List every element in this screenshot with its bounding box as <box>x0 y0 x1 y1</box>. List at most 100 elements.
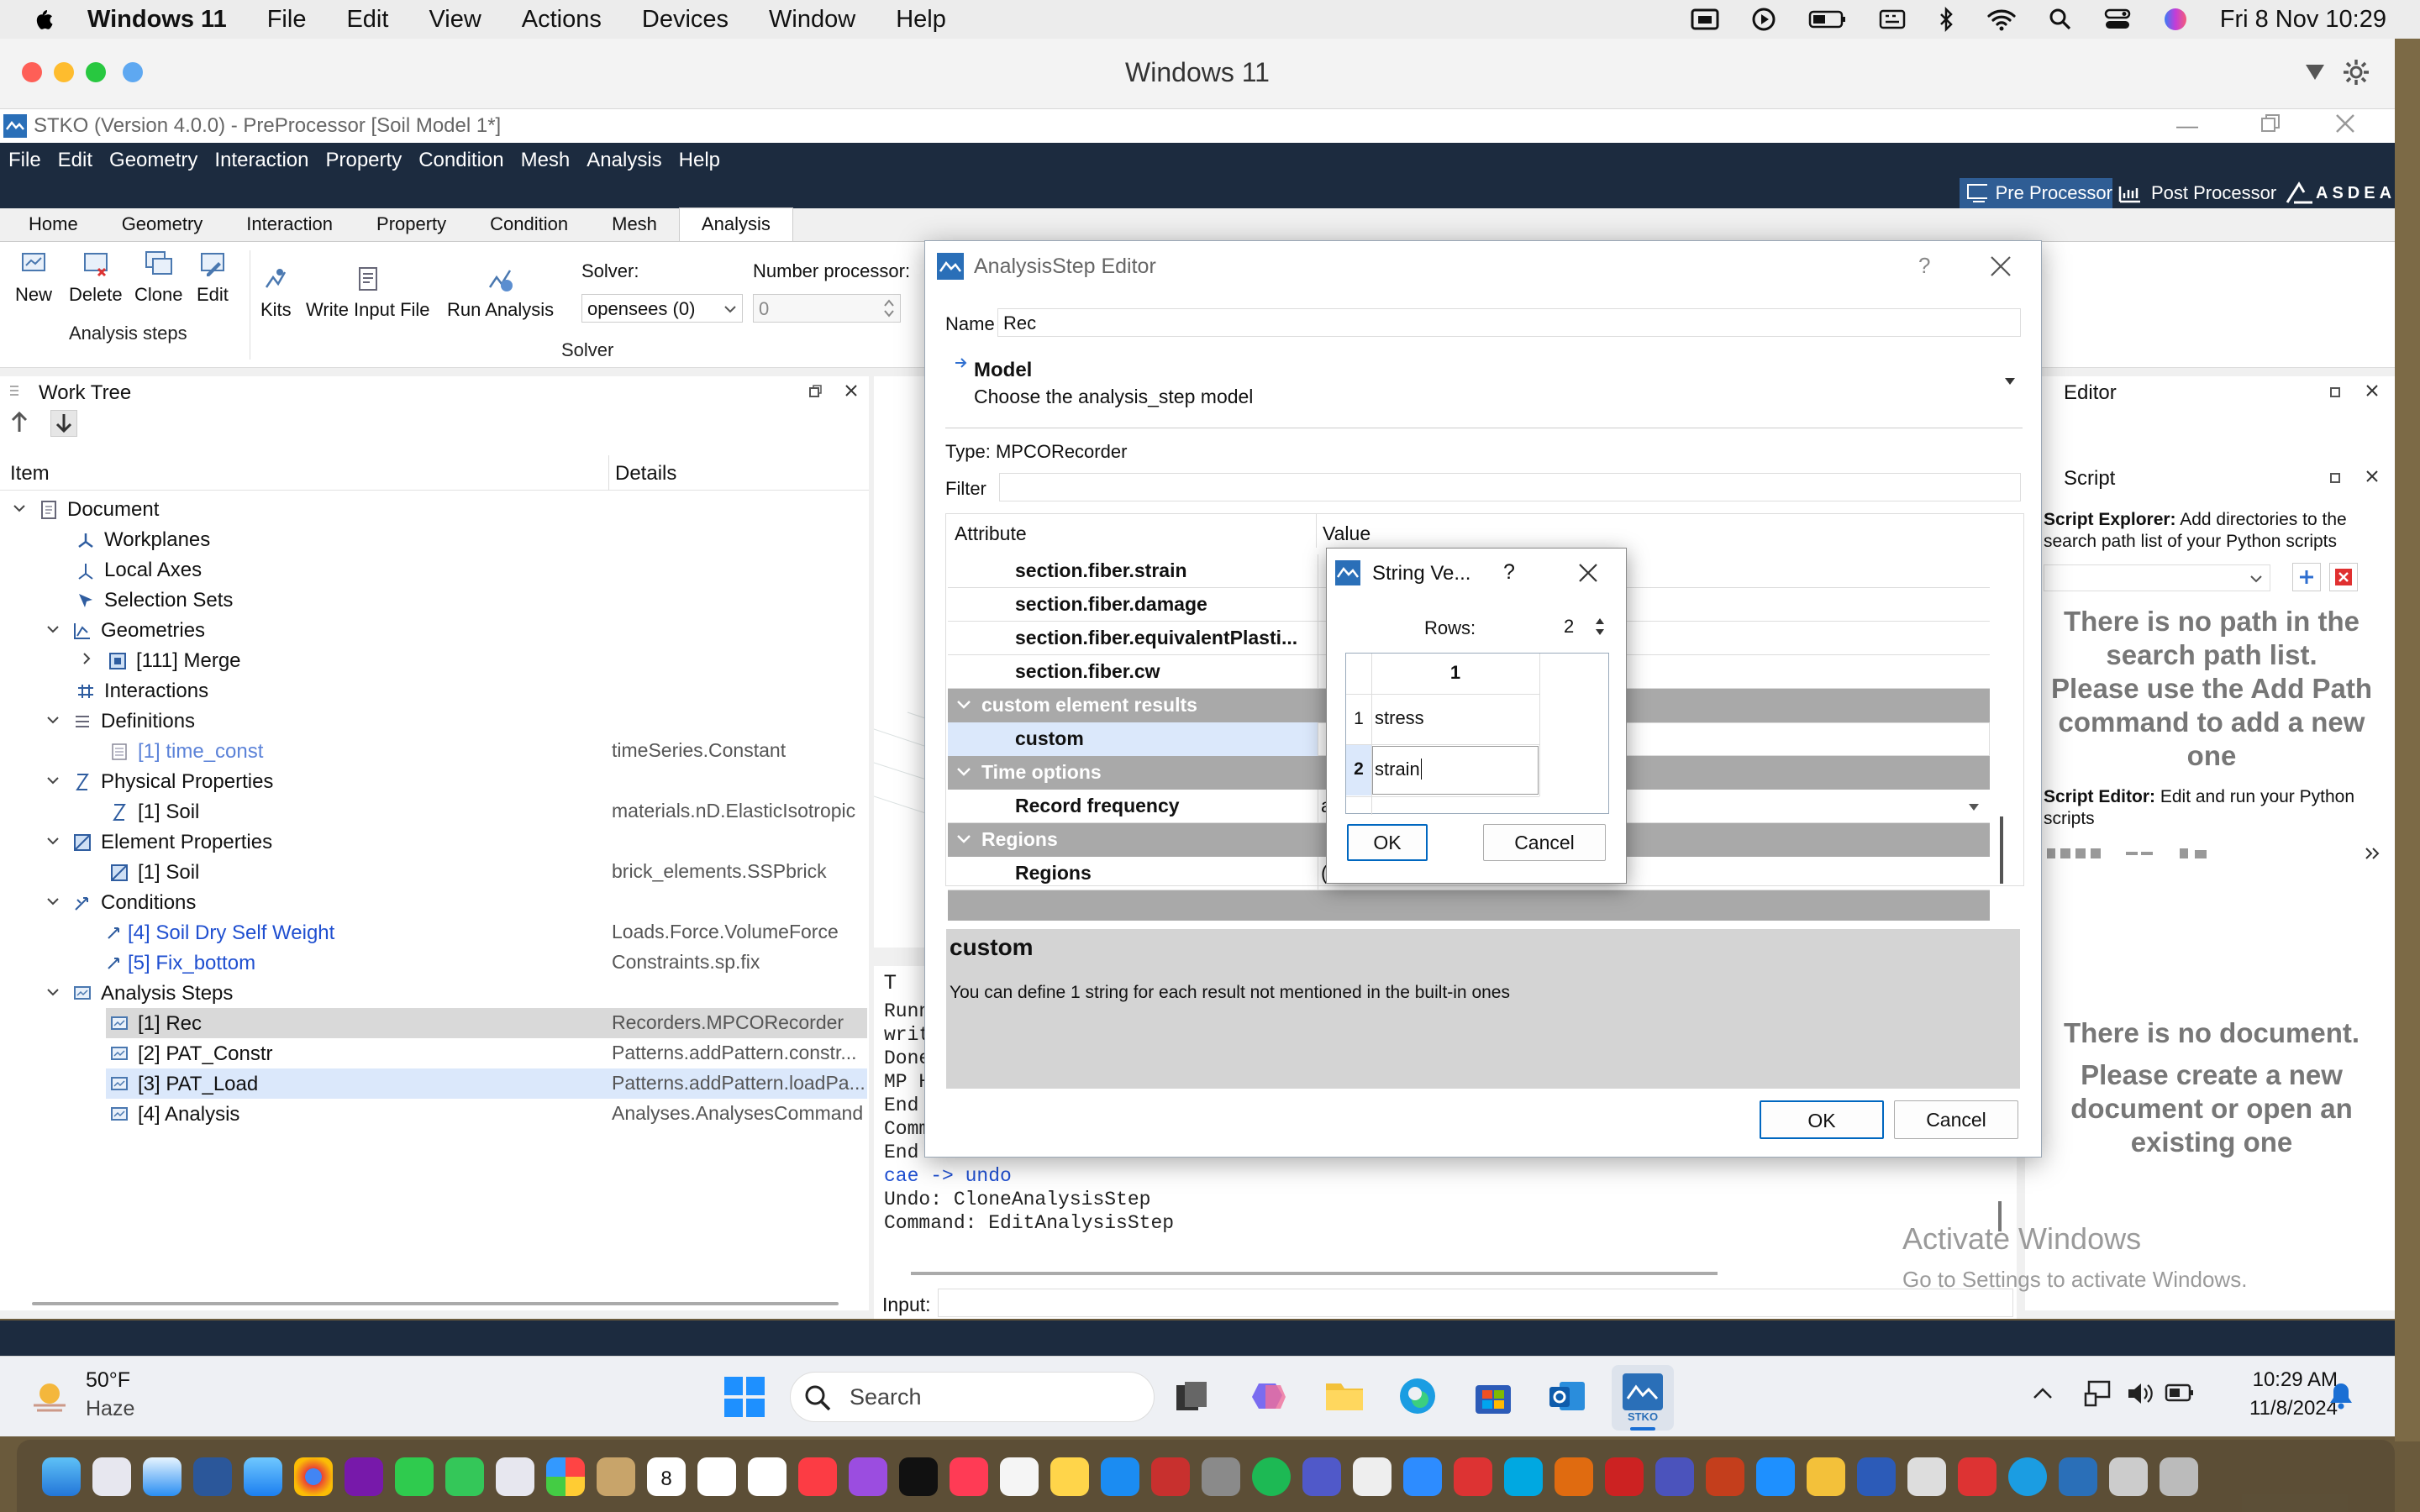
edit-step-button[interactable]: Edit <box>197 250 229 306</box>
tree-row[interactable]: Physical Properties <box>45 768 273 796</box>
windows-app-icon[interactable] <box>1756 1457 1795 1496</box>
store-app-icon[interactable] <box>1857 1457 1896 1496</box>
add-path-button[interactable] <box>2292 563 2321 591</box>
remove-path-button[interactable] <box>2329 563 2358 591</box>
reminders-icon[interactable] <box>697 1457 736 1496</box>
edge-dock-icon[interactable] <box>2008 1457 2047 1496</box>
float-icon[interactable] <box>2329 385 2343 398</box>
tab-home[interactable]: Home <box>7 208 100 241</box>
spotlight-icon[interactable] <box>2049 8 2072 31</box>
tab-mesh[interactable]: Mesh <box>590 208 679 241</box>
chrome-icon[interactable] <box>294 1457 333 1496</box>
horizontal-scrollbar[interactable] <box>32 1302 839 1305</box>
music-icon[interactable] <box>798 1457 837 1496</box>
bluetooth-icon[interactable] <box>1938 7 1954 32</box>
path-select[interactable] <box>2044 564 2270 591</box>
zoom-icon[interactable] <box>1403 1457 1442 1496</box>
siri-icon[interactable] <box>2163 7 2188 32</box>
float-icon[interactable] <box>808 385 822 398</box>
string-ok-button[interactable]: OK <box>1347 824 1428 861</box>
chevron-up-icon[interactable] <box>2032 1385 2054 1400</box>
control-center-icon[interactable] <box>2104 8 2131 31</box>
new-step-button[interactable]: New <box>15 250 52 306</box>
terminal-tab-initial[interactable]: T <box>884 971 897 995</box>
gear-icon[interactable] <box>2341 57 2371 87</box>
string-cell[interactable]: stress <box>1375 707 1424 729</box>
mac-app-name[interactable]: Windows 11 <box>87 6 227 34</box>
tree-row[interactable]: [111] Merge <box>79 647 241 675</box>
tree-row[interactable]: [4] Soil Dry Self Weight <box>106 919 334 948</box>
close-icon[interactable] <box>2334 113 2356 134</box>
model-dropdown-icon[interactable] <box>2004 377 2016 386</box>
rows-spinbox[interactable]: 2 <box>1557 612 1607 641</box>
tree-row[interactable]: [1] Soil <box>109 798 199 827</box>
terminal-hscrollbar[interactable] <box>911 1272 1718 1275</box>
tree-row[interactable]: [5] Fix_bottom <box>106 949 255 978</box>
news-icon[interactable] <box>950 1457 988 1496</box>
folder-icon[interactable] <box>1907 1457 1946 1496</box>
tree-row[interactable]: Geometries <box>45 617 205 645</box>
string-col-header[interactable]: 1 <box>1371 662 1539 684</box>
dialog-ok-button[interactable]: OK <box>1760 1100 1884 1139</box>
tab-interaction[interactable]: Interaction <box>224 208 355 241</box>
app-store-icon[interactable] <box>1101 1457 1139 1496</box>
tree-row[interactable]: [1] Soil <box>109 858 199 887</box>
tv-icon[interactable] <box>899 1457 938 1496</box>
notes-icon[interactable] <box>1050 1457 1089 1496</box>
solver-select[interactable]: opensees (0) <box>581 294 743 323</box>
tree-row[interactable]: Analysis Steps <box>45 979 233 1008</box>
parallels-desktop-icon[interactable] <box>1454 1457 1492 1496</box>
volume-icon[interactable] <box>2126 1380 2154 1407</box>
screen-icon[interactable] <box>1691 8 1719 31</box>
tree-row[interactable]: Definitions <box>45 707 195 736</box>
col-divider[interactable] <box>1316 514 1317 548</box>
explorer-app-icon[interactable] <box>1807 1457 1845 1496</box>
tree-row[interactable]: Conditions <box>45 889 196 917</box>
move-down-icon[interactable] <box>50 410 77 437</box>
menu-interaction[interactable]: Interaction <box>214 149 308 172</box>
downloads-icon[interactable] <box>2109 1457 2148 1496</box>
copilot-icon[interactable] <box>1250 1377 1289 1415</box>
menu-geometry[interactable]: Geometry <box>109 149 197 172</box>
safari-icon[interactable] <box>143 1457 182 1496</box>
stko-dock-icon[interactable] <box>2059 1457 2097 1496</box>
tree-row[interactable]: [3] PAT_Load <box>109 1070 258 1099</box>
move-up-icon[interactable] <box>8 410 30 435</box>
menu-mesh[interactable]: Mesh <box>521 149 571 172</box>
close-panel-icon[interactable] <box>2365 469 2380 484</box>
tab-property[interactable]: Property <box>355 208 468 241</box>
col-item[interactable]: Item <box>10 462 50 486</box>
pre-processor-tab[interactable]: Pre Processor <box>1960 178 2112 208</box>
menu-property[interactable]: Property <box>325 149 402 172</box>
podcasts-icon[interactable] <box>849 1457 887 1496</box>
table-scrollbar[interactable] <box>2000 816 2003 884</box>
edge-icon[interactable] <box>1398 1377 1437 1415</box>
parallels-icon[interactable] <box>1151 1457 1190 1496</box>
keyboard-icon[interactable] <box>1879 8 1906 31</box>
float-icon[interactable] <box>2329 470 2343 484</box>
command-input[interactable] <box>938 1289 2013 1317</box>
close-panel-icon[interactable] <box>2365 383 2380 398</box>
teams-icon[interactable] <box>1302 1457 1341 1496</box>
menu-help[interactable]: Help <box>679 149 720 172</box>
system-settings-icon[interactable] <box>1202 1457 1240 1496</box>
outlook-icon[interactable] <box>1548 1377 1586 1415</box>
nproc-spinbox[interactable]: 0 <box>753 294 901 323</box>
tree-row[interactable]: [1] Rec <box>109 1010 202 1038</box>
string-cell-editing[interactable]: strain <box>1372 746 1539 795</box>
tree-row[interactable]: [2] PAT_Constr <box>109 1040 273 1068</box>
network-icon[interactable] <box>2084 1378 2114 1409</box>
mac-menu-file[interactable]: File <box>267 6 307 34</box>
tab-condition[interactable]: Condition <box>468 208 590 241</box>
maps-icon[interactable] <box>496 1457 534 1496</box>
pages-icon[interactable] <box>1000 1457 1039 1496</box>
tree-row[interactable]: [1] time_const <box>109 738 263 766</box>
minimize-icon[interactable]: — <box>2176 113 2198 139</box>
col-value[interactable]: Value <box>1323 522 1370 545</box>
help-icon[interactable]: ? <box>1918 253 1930 279</box>
close-icon[interactable] <box>1989 255 2012 278</box>
dialog-cancel-button[interactable]: Cancel <box>1894 1100 2018 1139</box>
battery-icon[interactable] <box>1808 9 1847 29</box>
stko-taskbar-button[interactable]: STKO <box>1612 1365 1674 1431</box>
word-icon[interactable] <box>193 1457 232 1496</box>
